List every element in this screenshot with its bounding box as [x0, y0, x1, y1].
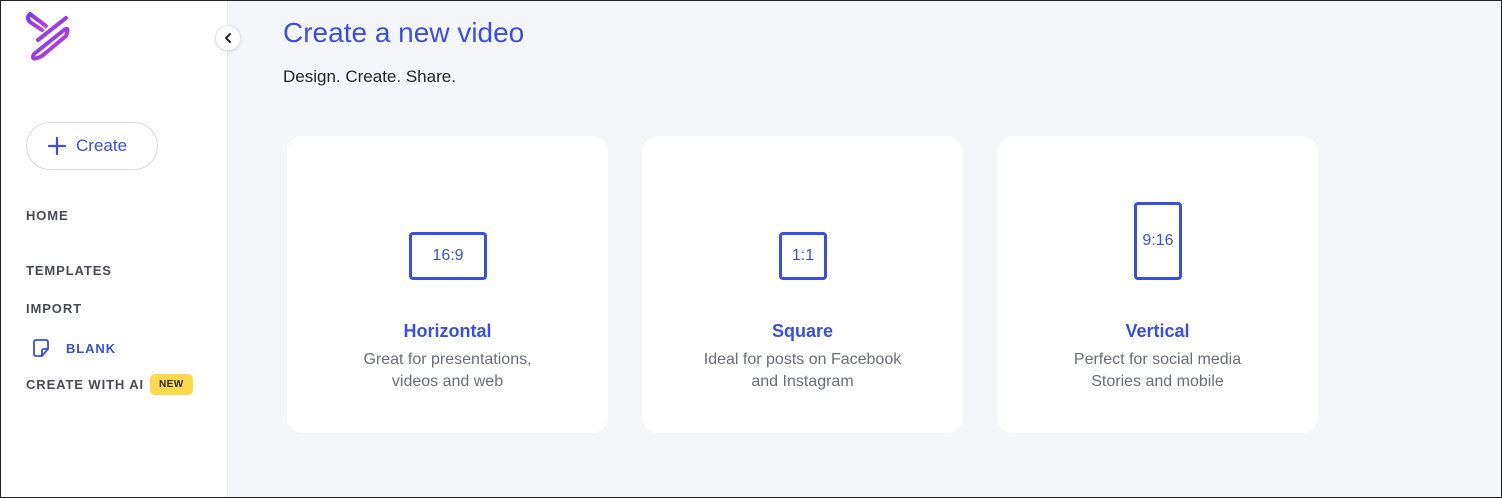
- nav-create-with-ai-label: CREATE WITH AI: [26, 377, 145, 392]
- card-description-line: and Instagram: [751, 373, 854, 390]
- page-subtitle: Design. Create. Share.: [283, 67, 456, 86]
- card-description-line: Perfect for social media: [1073, 351, 1242, 368]
- nav-blank-label: BLANK: [66, 340, 116, 356]
- collapse-sidebar-button[interactable]: [215, 25, 241, 51]
- nav-create-with-ai[interactable]: CREATE WITH AI NEW: [26, 374, 193, 395]
- card-description-line: videos and web: [391, 373, 504, 390]
- app-logo-icon[interactable]: [24, 10, 76, 62]
- card-description-line: Stories and mobile: [1091, 373, 1224, 390]
- blank-document-icon: [33, 339, 49, 357]
- page-title: Create a new video: [283, 17, 525, 48]
- card-title: Vertical: [1125, 321, 1190, 341]
- card-description-line: Ideal for posts on Facebook: [703, 351, 902, 368]
- card-title: Square: [771, 321, 834, 341]
- card-description: Ideal for posts on Facebook and Instagra…: [642, 349, 963, 393]
- card-description: Great for presentations, videos and web: [287, 349, 608, 393]
- card-description: Perfect for social media Stories and mob…: [997, 349, 1318, 393]
- ratio-9-16-icon: 9:16: [1134, 202, 1182, 280]
- nav-import[interactable]: IMPORT: [26, 301, 82, 316]
- card-description-line: Great for presentations,: [363, 351, 532, 368]
- new-badge: NEW: [150, 374, 193, 395]
- plus-icon: [47, 136, 67, 156]
- card-title: Horizontal: [403, 321, 492, 341]
- square-format-card[interactable]: 1:1 Square Ideal for posts on Facebook a…: [642, 136, 963, 433]
- ratio-16-9-icon: 16:9: [409, 232, 487, 280]
- nav-blank[interactable]: BLANK: [28, 338, 116, 358]
- create-button[interactable]: Create: [26, 122, 158, 170]
- vertical-format-card[interactable]: 9:16 Vertical Perfect for social media S…: [997, 136, 1318, 433]
- create-button-label: Create: [76, 136, 128, 155]
- horizontal-format-card[interactable]: 16:9 Horizontal Great for presentations,…: [287, 136, 608, 433]
- nav-templates[interactable]: TEMPLATES: [26, 263, 112, 278]
- chevron-left-icon: [225, 33, 231, 43]
- nav-home[interactable]: HOME: [26, 208, 69, 223]
- ratio-1-1-icon: 1:1: [779, 232, 827, 280]
- sidebar: Create HOME TEMPLATES IMPORT BLANK CREAT…: [0, 0, 228, 498]
- main-content: Create a new video Design. Create. Share…: [229, 0, 1502, 498]
